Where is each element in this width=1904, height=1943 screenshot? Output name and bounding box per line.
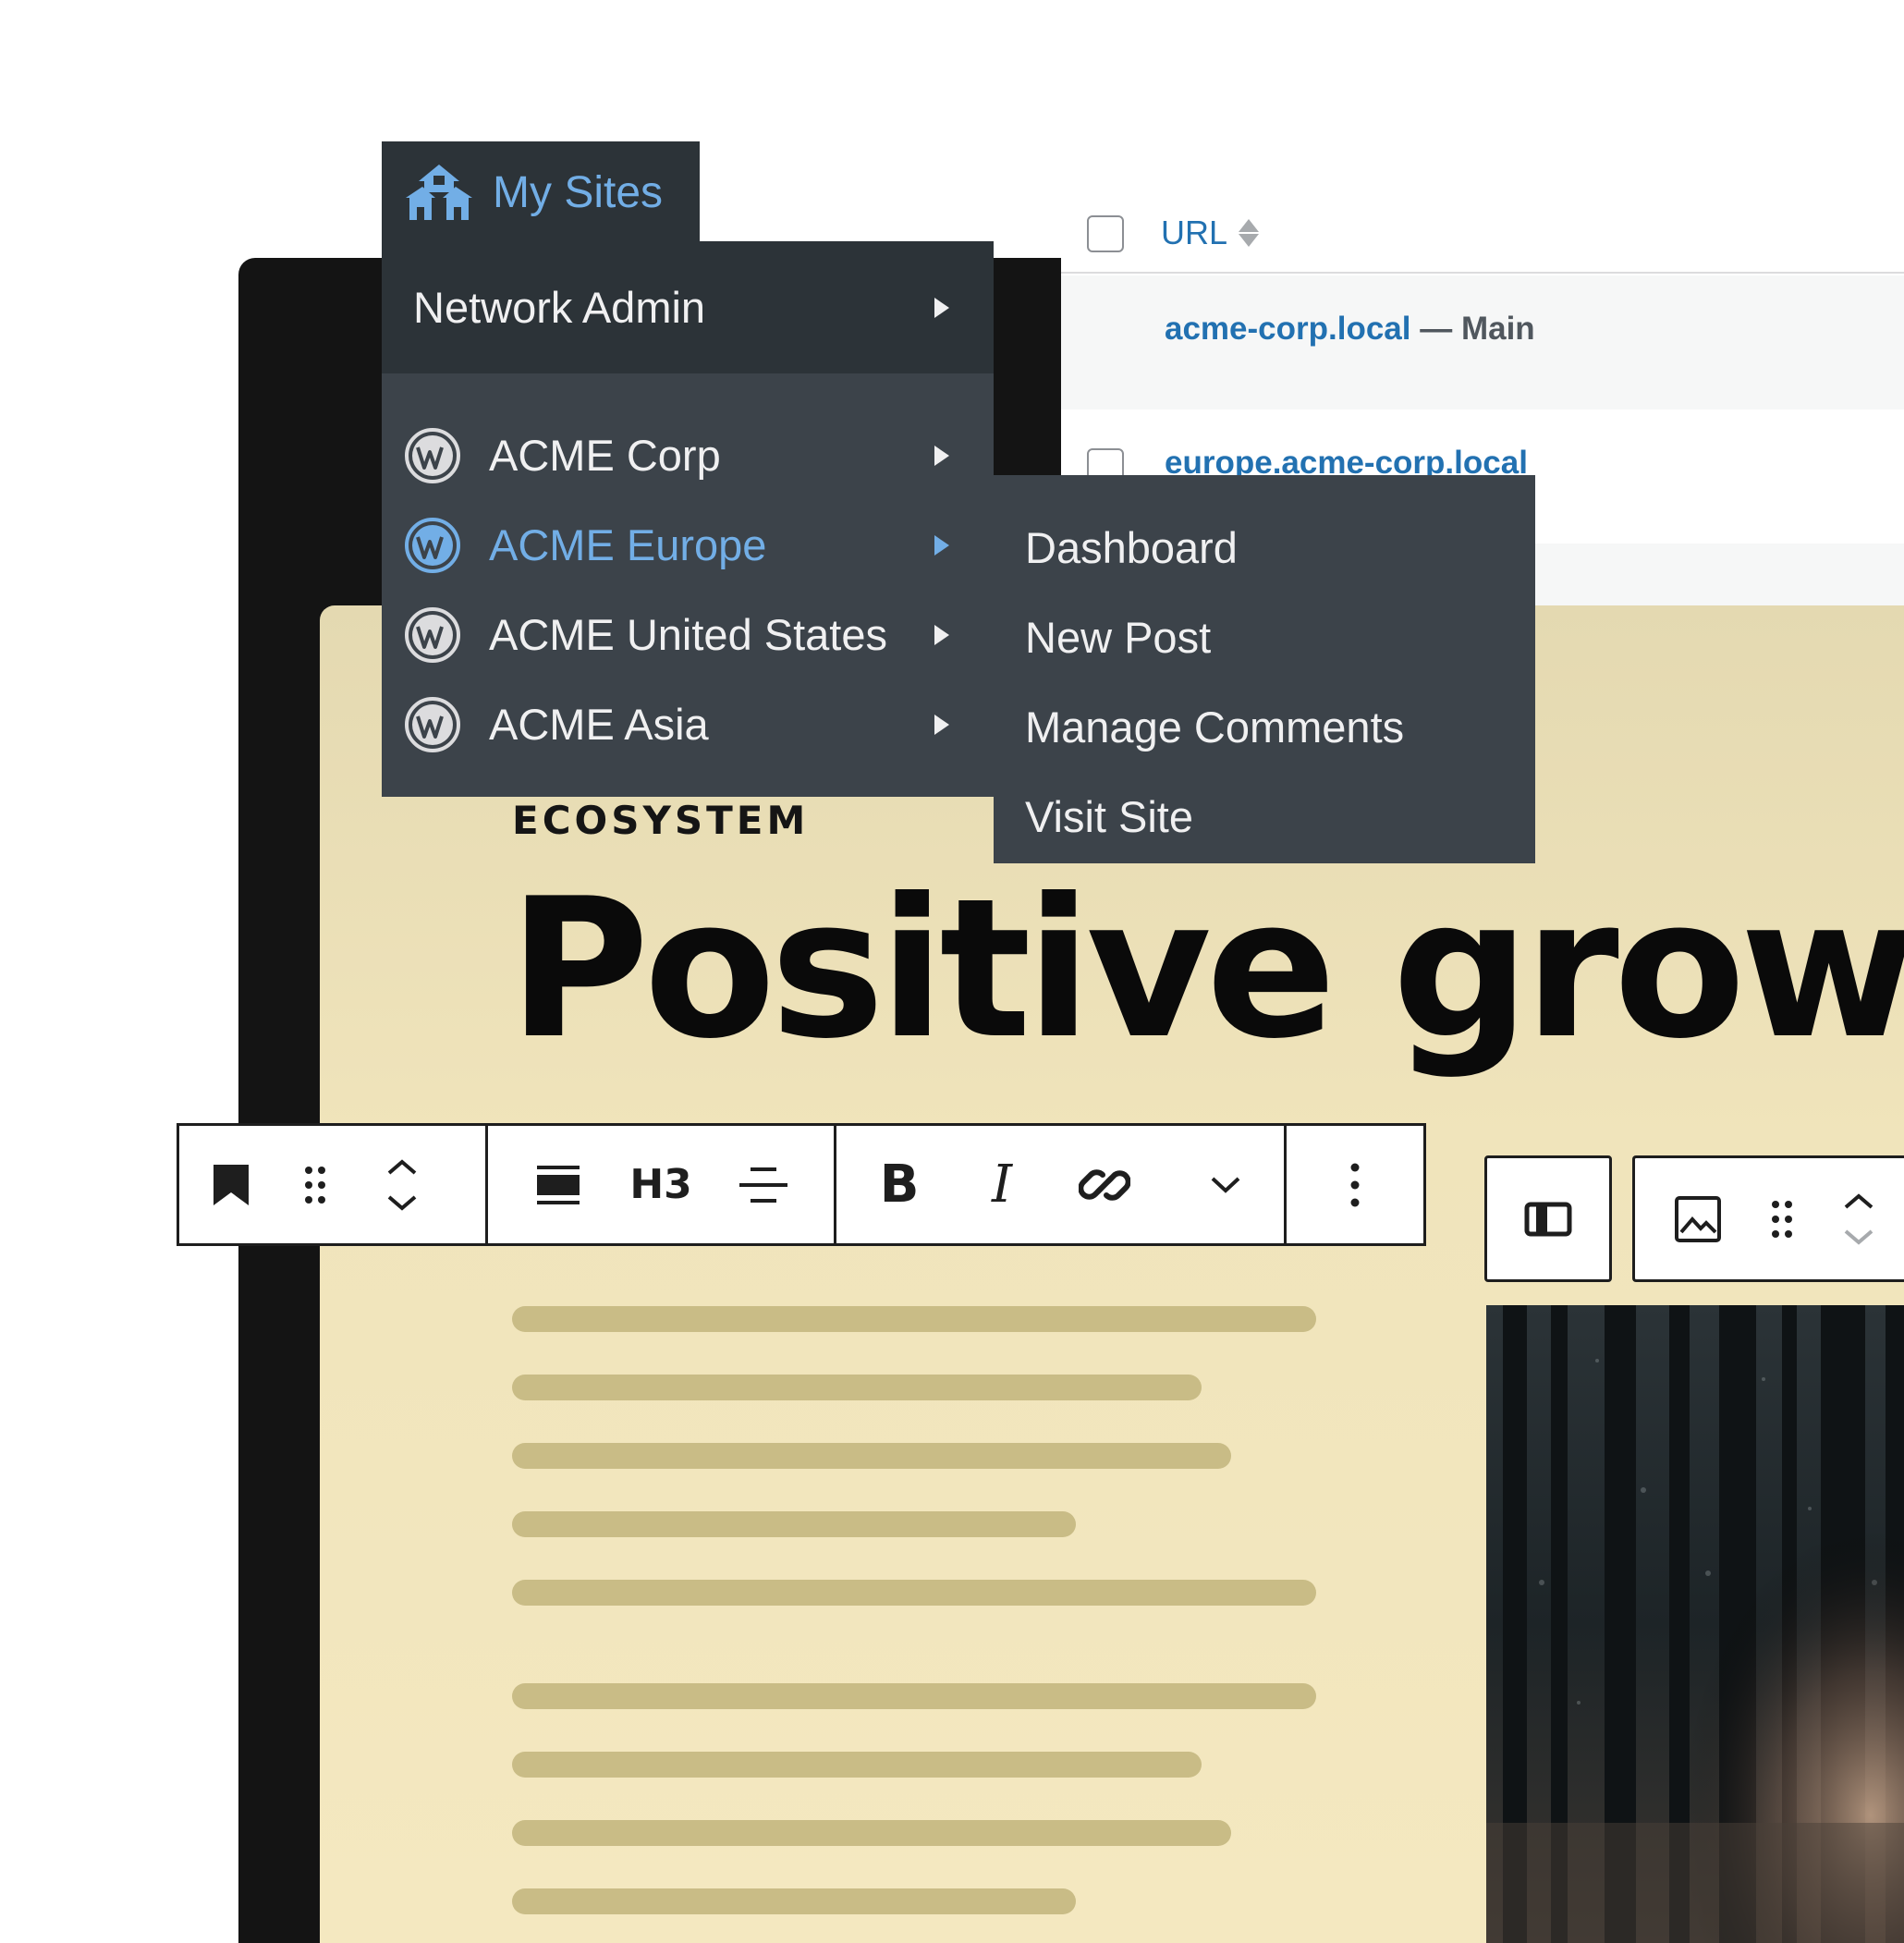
my-sites-icon: [406, 165, 472, 220]
site-item-acme-europe[interactable]: ACME Europe: [382, 500, 994, 590]
arrow-right-icon: [934, 624, 949, 645]
block-options-button[interactable]: [1287, 1126, 1423, 1243]
arrow-right-icon: [934, 445, 949, 466]
move-block-buttons[interactable]: [348, 1126, 457, 1243]
my-sites-menu: Network Admin ACME Corp ACME Europe ACME…: [382, 241, 994, 797]
site-note: — Main: [1410, 311, 1535, 347]
wordpress-icon: [405, 427, 460, 483]
submenu-item-manage-comments[interactable]: Manage Comments: [994, 682, 1535, 772]
more-formatting-button[interactable]: [1167, 1126, 1284, 1243]
italic-button[interactable]: I: [962, 1126, 1042, 1243]
wordpress-icon: [405, 606, 460, 663]
sites-list: ACME Corp ACME Europe ACME United States: [382, 373, 994, 797]
more-vertical-icon: [1350, 1163, 1360, 1206]
site-submenu: Dashboard New Post Manage Comments Visit…: [994, 475, 1535, 863]
image-icon: [1675, 1195, 1721, 1242]
submenu-item-dashboard[interactable]: Dashboard: [994, 503, 1535, 593]
text-placeholder-line: [512, 1443, 1231, 1469]
drag-handle-icon: [1772, 1200, 1792, 1238]
site-label: ACME Europe: [489, 520, 767, 569]
text-placeholder-line: [512, 1375, 1202, 1400]
image-block-button[interactable]: [1635, 1158, 1761, 1279]
chevron-down-icon[interactable]: [1843, 1228, 1874, 1245]
link-button[interactable]: [1042, 1126, 1167, 1243]
text-placeholder-line: [512, 1888, 1076, 1914]
site-item-acme-united-states[interactable]: ACME United States: [382, 590, 994, 679]
chevron-down-icon[interactable]: [386, 1194, 418, 1211]
align-text-button[interactable]: [488, 1126, 629, 1243]
forest-photo-graphic: [1486, 1305, 1904, 1943]
wordpress-icon: [405, 517, 460, 573]
drag-handle[interactable]: [283, 1126, 348, 1243]
select-all-checkbox[interactable]: [1087, 215, 1124, 252]
network-admin-label: Network Admin: [413, 283, 706, 332]
chevron-up-icon[interactable]: [1843, 1192, 1874, 1210]
network-admin-item[interactable]: Network Admin: [382, 241, 994, 373]
bold-button[interactable]: B: [836, 1126, 962, 1243]
url-column-label: URL: [1161, 214, 1228, 251]
site-label: ACME United States: [489, 610, 888, 659]
align-center-icon: [739, 1167, 788, 1203]
text-placeholder-line: [512, 1752, 1202, 1778]
columns-button[interactable]: [1524, 1158, 1572, 1279]
sort-icon: [1239, 219, 1260, 247]
chevron-down-icon: [1211, 1177, 1240, 1193]
text-placeholder-line: [512, 1683, 1316, 1709]
arrow-right-icon: [934, 534, 949, 556]
arrow-right-icon: [934, 297, 949, 318]
drag-handle-icon: [305, 1166, 325, 1204]
block-type-button[interactable]: [179, 1126, 283, 1243]
arrow-right-icon: [934, 714, 949, 735]
my-sites-tab[interactable]: My Sites: [382, 141, 700, 243]
text-placeholder-line: [512, 1580, 1316, 1606]
chevron-up-icon[interactable]: [386, 1158, 418, 1176]
column-toolbar: [1484, 1155, 1612, 1282]
site-item-acme-corp[interactable]: ACME Corp: [382, 410, 994, 500]
table-row: acme-corp.local — Main: [1061, 275, 1904, 409]
submenu-item-visit-site[interactable]: Visit Site: [994, 772, 1535, 862]
drag-handle[interactable]: [1761, 1158, 1803, 1279]
bookmark-icon: [214, 1164, 249, 1205]
align-full-icon: [537, 1165, 580, 1204]
post-eyebrow: ECOSYSTEM: [512, 798, 810, 843]
table-header: URL: [1061, 199, 1904, 274]
align-center-button[interactable]: [693, 1126, 834, 1243]
site-label: ACME Asia: [489, 700, 709, 749]
wordpress-icon: [405, 696, 460, 752]
move-block-buttons[interactable]: [1803, 1158, 1904, 1279]
post-title[interactable]: Positive growth: [508, 874, 1904, 1066]
site-url-link[interactable]: acme-corp.local — Main: [1165, 311, 1535, 348]
forest-image[interactable]: [1486, 1305, 1904, 1943]
link-icon: [1079, 1168, 1131, 1201]
columns-icon: [1524, 1202, 1572, 1236]
site-label: ACME Corp: [489, 431, 721, 480]
text-placeholder-line: [512, 1820, 1231, 1846]
block-toolbar: H3 B I: [177, 1123, 1426, 1246]
url-column-header[interactable]: URL: [1161, 214, 1260, 252]
my-sites-label: My Sites: [493, 167, 664, 217]
heading-level-button[interactable]: H3: [629, 1126, 693, 1243]
image-toolbar: [1632, 1155, 1904, 1282]
submenu-item-new-post[interactable]: New Post: [994, 593, 1535, 682]
text-placeholder-line: [512, 1511, 1076, 1537]
text-placeholder-line: [512, 1306, 1316, 1332]
site-item-acme-asia[interactable]: ACME Asia: [382, 679, 994, 769]
